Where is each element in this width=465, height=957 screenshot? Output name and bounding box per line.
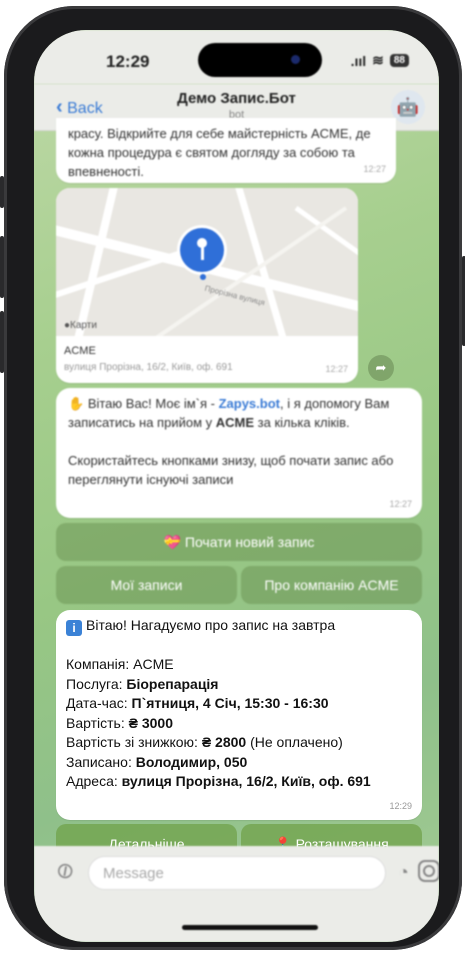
volume-up-button [0, 236, 4, 298]
screen: 12:29 .ııl ≋ 88 ‹ Back Демо Запис.Бот bo… [34, 30, 439, 942]
bot-avatar[interactable]: 🤖 [391, 90, 425, 124]
attach-icon[interactable]: ⊘ [50, 855, 80, 887]
share-button[interactable]: ➦ [368, 355, 394, 381]
reminder-price: Вартість: ₴ 3000 [66, 714, 173, 731]
message-time: 12:27 [389, 499, 412, 509]
reminder-datetime: Дата-час: П`ятниця, 4 Січ, 15:30 - 16:30 [66, 695, 329, 711]
home-indicator [182, 925, 318, 930]
battery-icon: 88 [389, 54, 409, 67]
camera-button[interactable] [418, 860, 439, 882]
camera-icon [291, 55, 300, 64]
location-message[interactable]: Прорізна вулиця ●Карти ACME вулиця Прорі… [56, 188, 358, 383]
map-pin-icon [180, 228, 224, 272]
status-time: 12:29 [106, 52, 150, 71]
signal-icon: .ııl [350, 52, 367, 69]
intro-text: красу. Відкрийте для себе майстерність A… [68, 126, 371, 179]
about-company-button[interactable]: Про компанію ACME [241, 566, 422, 604]
my-records-button[interactable]: Мої записи [56, 566, 237, 604]
message-time: 12:27 [363, 164, 386, 174]
message-time: 12:27 [325, 364, 348, 374]
chat-title[interactable]: Демо Запис.Бот [34, 90, 439, 107]
map-preview[interactable]: Прорізна вулиця ●Карти [56, 188, 358, 336]
reminder-recorded: Записано: Володимир, 050 [66, 753, 248, 770]
volume-down-button [0, 311, 4, 373]
message-input[interactable]: Message [88, 856, 386, 890]
reminder-company: Компанія: ACME [66, 656, 174, 672]
maps-attribution: ●Карти [64, 320, 97, 331]
reminder-heading: i Вітаю! Нагадуємо про запис на завтра [66, 616, 412, 636]
dynamic-island [198, 43, 322, 77]
reminder-discount: Вартість зі знижкою: ₴ 2800 (Не оплачено… [66, 734, 343, 750]
mute-switch [0, 176, 4, 208]
zapys-link[interactable]: Zapys.bot [219, 396, 280, 411]
reminder-service: Послуга: Біорепарація [66, 675, 219, 692]
wave-icon: ✋ [68, 396, 85, 411]
reminder-message: i Вітаю! Нагадуємо про запис на завтра Ко… [56, 610, 422, 820]
sticker-icon[interactable]: ◔ [398, 862, 409, 883]
status-icons: .ııl ≋ 88 [351, 52, 409, 69]
message-time: 12:29 [389, 800, 412, 811]
wifi-icon: ≋ [372, 52, 384, 68]
phone-frame: 12:29 .ııl ≋ 88 ‹ Back Демо Запис.Бот bo… [0, 6, 465, 950]
location-address: вулиця Прорізна, 16/2, Київ, оф. 691 [64, 362, 233, 373]
status-bar: 12:29 .ııl ≋ 88 [34, 30, 439, 84]
greeting-message: ✋ Вітаю Вас! Моє ім`я - Zapys.bot, і я д… [56, 388, 422, 518]
info-icon: i [66, 620, 82, 636]
share-icon: ➦ [375, 360, 387, 375]
reminder-address: Адреса: вулиця Прорізна, 16/2, Київ, оф.… [66, 773, 371, 789]
camera-icon [423, 865, 435, 877]
new-record-button[interactable]: 💝 Почати новий запис [56, 523, 422, 561]
intro-message: красу. Відкрийте для себе майстерність A… [56, 118, 396, 183]
greeting-text: ✋ Вітаю Вас! Моє ім`я - Zapys.bot, і я д… [68, 396, 394, 487]
bot-icon: 🤖 [396, 96, 420, 117]
composer: ⊘ Message ◔ [34, 846, 439, 942]
greeting-hint: Скористайтесь кнопками знизу, щоб почати… [68, 453, 394, 487]
